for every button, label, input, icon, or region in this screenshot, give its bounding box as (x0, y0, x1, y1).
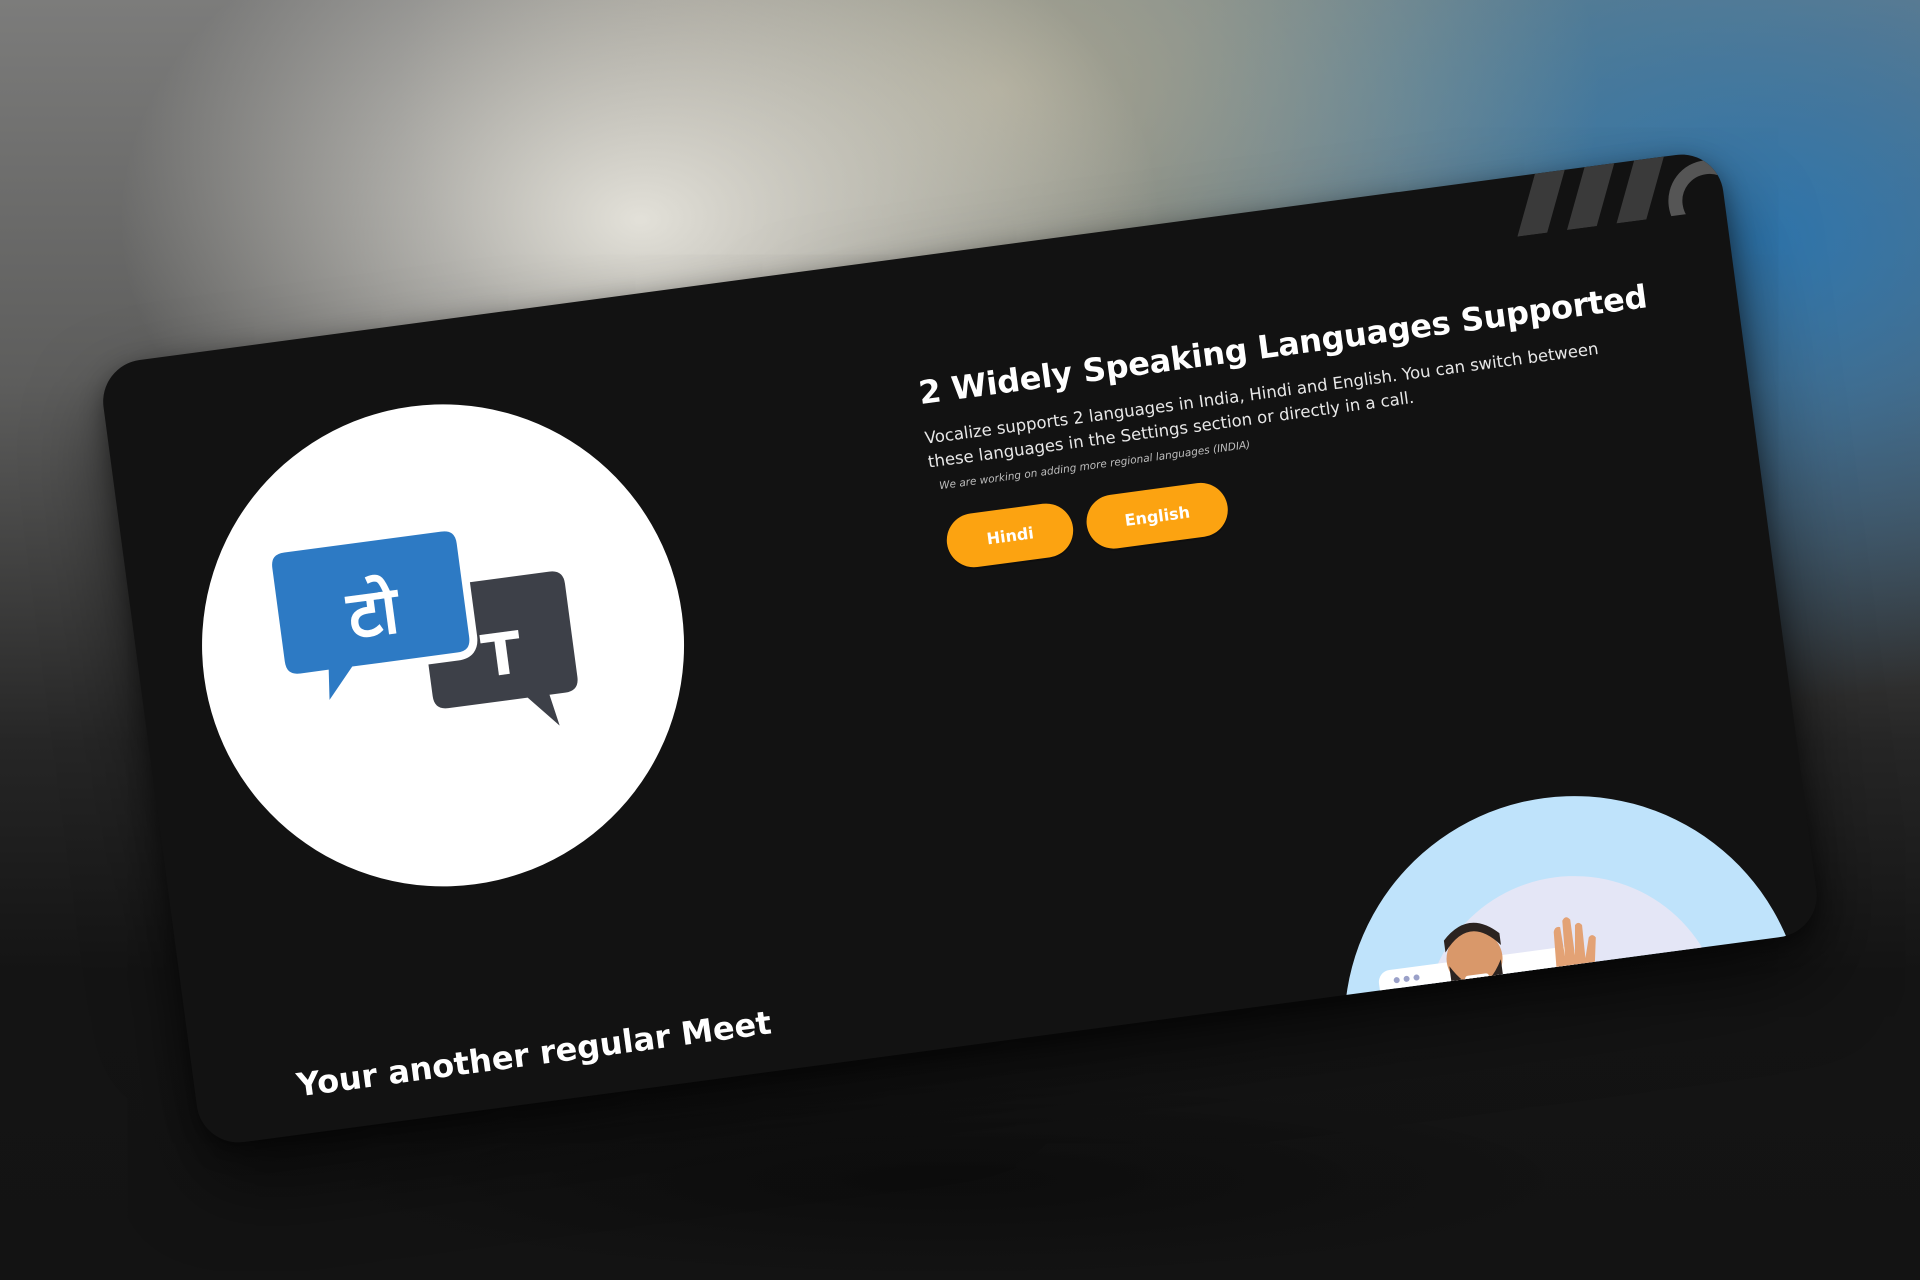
landing-section-card: T टो 2 Widely Speaking Languages Support… (98, 149, 1822, 1148)
hindi-button[interactable]: Hindi (943, 500, 1077, 571)
language-logo-circle: T टो (172, 374, 714, 917)
backdrop-shadow (300, 1080, 1600, 1280)
english-button[interactable]: English (1083, 479, 1231, 552)
languages-feature-block: 2 Widely Speaking Languages Supported Vo… (916, 277, 1649, 572)
corner-stripes-decoration (1517, 149, 1736, 240)
translate-bubbles-icon: T टो (264, 523, 578, 726)
